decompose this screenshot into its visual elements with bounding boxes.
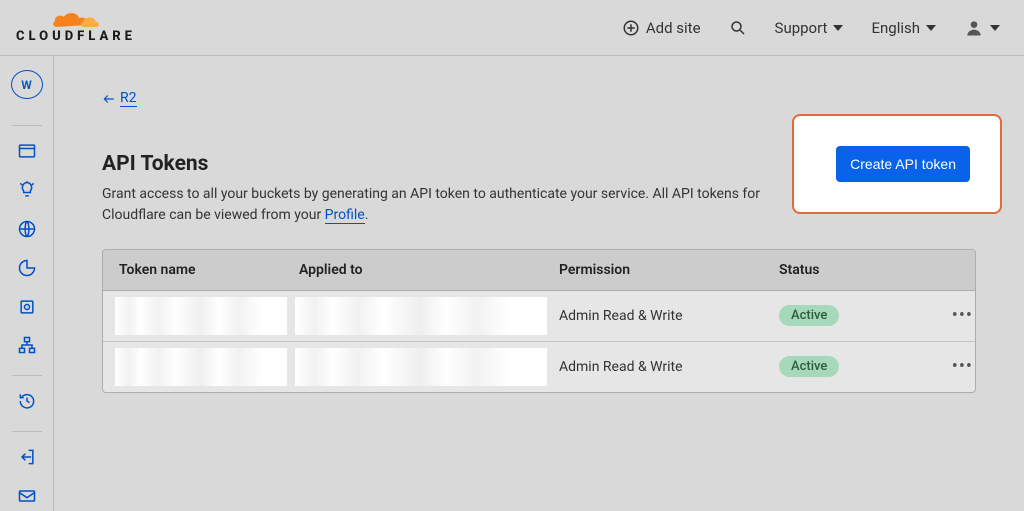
sidebar-divider [12,431,42,432]
profile-link[interactable]: Profile [325,207,365,224]
window-icon [17,141,37,161]
arrow-left-icon [102,92,116,106]
col-applied-to: Applied to [299,262,559,278]
globe-icon [17,219,37,239]
brand-name: CLOUDFLARE [16,29,136,44]
sidebar-item-email[interactable] [7,480,47,511]
cloud-icon [51,11,101,31]
sidebar-item-websites[interactable] [7,136,47,167]
support-menu[interactable]: Support [775,19,844,37]
support-label: Support [775,19,828,37]
sidebar-item-analytics[interactable] [7,252,47,283]
description-prefix: Grant access to all your buckets by gene… [102,186,760,224]
cell-permission: Admin Read & Write [559,308,779,324]
mail-icon [17,486,37,506]
page-title: API Tokens [102,152,802,176]
user-menu[interactable] [964,18,1000,38]
topbar-right: Add site Support English [622,18,1000,38]
row-actions-menu[interactable]: ••• [919,356,976,377]
login-icon [17,447,37,467]
description-suffix: . [365,207,369,223]
sidebar-item-network[interactable] [7,330,47,361]
sidebar-divider [12,375,42,376]
redacted-applied-to [295,297,547,335]
table-row: Admin Read & Write Active ••• [103,342,975,392]
redacted-token-name [115,297,287,335]
table-header-row: Token name Applied to Permission Status [103,250,975,291]
chevron-down-icon [990,25,1000,31]
chevron-down-icon [833,25,843,31]
chevron-down-icon [926,25,936,31]
add-site-label: Add site [646,19,701,37]
page-description: Grant access to all your buckets by gene… [102,184,802,227]
breadcrumb-back-label: R2 [120,90,137,107]
language-menu[interactable]: English [871,19,936,37]
create-token-callout: Create API token [792,114,1002,214]
row-actions-menu[interactable]: ••• [919,305,976,326]
add-site-button[interactable]: Add site [622,19,701,37]
account-switcher[interactable]: W [11,70,43,99]
shield-settings-icon [17,297,37,317]
main-content: R2 API Tokens Grant access to all your b… [54,56,1024,511]
lightbulb-icon [17,180,37,200]
cell-status: Active [779,305,919,326]
plus-circle-icon [622,19,640,37]
main-layout: W [0,56,1024,511]
breadcrumb-back[interactable]: R2 [102,90,137,107]
sidebar-item-history[interactable] [7,386,47,417]
search-button[interactable] [729,19,747,37]
sidebar-item-logout[interactable] [7,441,47,472]
tokens-table: Token name Applied to Permission Status … [102,249,976,393]
sidebar-item-domains[interactable] [7,214,47,245]
status-badge: Active [779,356,839,377]
pie-chart-icon [17,258,37,278]
sidebar: W [0,56,54,511]
table-row: Admin Read & Write Active ••• [103,291,975,342]
top-bar: CLOUDFLARE Add site Support English [0,0,1024,56]
cell-status: Active [779,356,919,377]
brand-logo[interactable]: CLOUDFLARE [16,11,136,44]
user-icon [964,18,984,38]
sidebar-item-discover[interactable] [7,175,47,206]
col-permission: Permission [559,262,779,278]
section-header-text: API Tokens Grant access to all your buck… [102,152,802,227]
search-icon [729,19,747,37]
account-initial: W [21,78,32,92]
language-label: English [871,19,920,37]
redacted-applied-to [295,348,547,386]
create-api-token-button[interactable]: Create API token [836,146,970,182]
history-icon [17,391,37,411]
network-icon [17,335,37,355]
cell-permission: Admin Read & Write [559,359,779,375]
col-token-name: Token name [119,262,299,278]
redacted-token-name [115,348,287,386]
status-badge: Active [779,305,839,326]
sidebar-divider [12,125,42,126]
sidebar-item-security[interactable] [7,291,47,322]
col-status: Status [779,262,919,278]
